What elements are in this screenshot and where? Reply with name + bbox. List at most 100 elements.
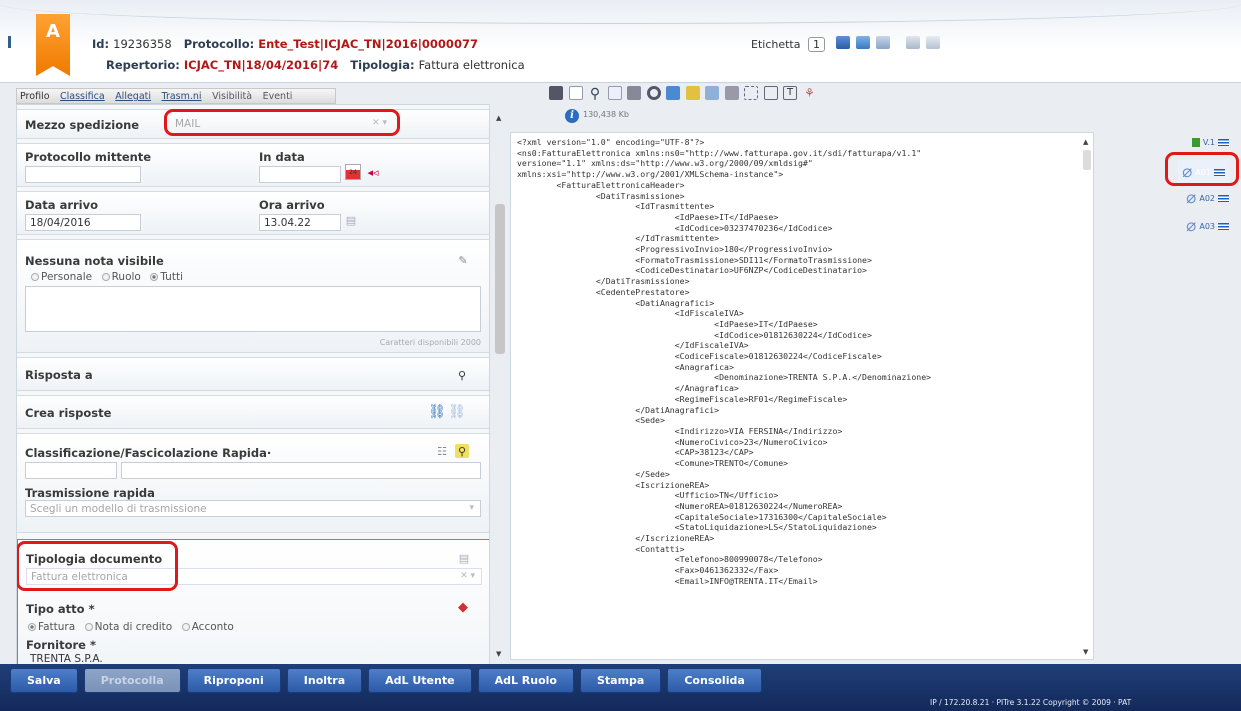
inoltra-button[interactable]: Inoltra bbox=[286, 668, 363, 693]
label-print-icon[interactable] bbox=[836, 36, 850, 49]
xml-line: </Sede> bbox=[517, 468, 670, 479]
zoom-out-icon[interactable] bbox=[607, 86, 622, 100]
fullscreen-icon[interactable] bbox=[744, 86, 758, 100]
version-v1-menu-icon[interactable] bbox=[1218, 139, 1229, 146]
protocollo-mittente-input[interactable] bbox=[25, 166, 141, 183]
note-section: Nessuna nota visibile ✎ Personale Ruolo … bbox=[17, 239, 489, 353]
xml-line: <IdPaese>IT</IdPaese> bbox=[517, 318, 818, 329]
xml-line: <IdCodice>01812630224</IdCodice> bbox=[517, 329, 872, 340]
radio-tutti[interactable] bbox=[150, 273, 159, 281]
version-a02[interactable]: ⌀ A02 bbox=[1186, 188, 1229, 208]
tab-eventi[interactable]: Eventi bbox=[260, 90, 296, 103]
protocolla-button[interactable]: Protocolla bbox=[83, 668, 181, 693]
xml-line: <DatiTrasmissione> bbox=[517, 190, 685, 201]
radio-acconto[interactable] bbox=[181, 623, 190, 631]
adl-utente-button[interactable]: AdL Utente bbox=[368, 668, 472, 693]
cosign-icon[interactable] bbox=[724, 86, 739, 100]
xml-line: </DatiAnagrafici> bbox=[517, 404, 720, 415]
barcode-icon[interactable] bbox=[906, 36, 920, 49]
trasmissione-label: Trasmissione rapida bbox=[25, 486, 155, 500]
zoom-icon[interactable]: ⚲ bbox=[588, 86, 602, 102]
versions-sidebar: V.1 ⌀ A01 ⌀ A02 ⌀ A03 bbox=[1104, 132, 1239, 660]
document-icon[interactable] bbox=[926, 36, 940, 49]
riproponi-button[interactable]: Riproponi bbox=[186, 668, 281, 693]
risposta-section: Risposta a ⚲ bbox=[17, 357, 489, 391]
radio-ruolo-label: Ruolo bbox=[111, 271, 141, 283]
tab-classifica[interactable]: Classifica bbox=[57, 90, 108, 103]
consolida-button[interactable]: Consolida bbox=[667, 668, 762, 693]
lock-icon[interactable] bbox=[685, 86, 700, 100]
xml-document-viewer[interactable]: <?xml version="1.0" encoding="UTF-8"?> <n… bbox=[510, 132, 1094, 660]
scan-icon[interactable] bbox=[876, 36, 890, 49]
radio-nota-credito[interactable] bbox=[84, 623, 93, 631]
tipologia-clear-chevron-icon[interactable]: ✕ ▾ bbox=[460, 571, 475, 581]
xml-line: <Denominazione>TRENTA S.P.A.</Denominazi… bbox=[517, 372, 932, 383]
sign-icon[interactable] bbox=[705, 86, 719, 100]
version-a02-menu-icon[interactable] bbox=[1218, 194, 1229, 202]
scanner-icon[interactable] bbox=[627, 86, 641, 100]
classificazione-desc-input[interactable] bbox=[121, 462, 481, 479]
radio-acconto-label: Acconto bbox=[191, 621, 234, 633]
radio-ruolo[interactable] bbox=[101, 273, 110, 281]
scroll-up-icon[interactable]: ▲ bbox=[496, 114, 501, 122]
xml-scroll-up-icon[interactable]: ▲ bbox=[1083, 138, 1088, 146]
stamp-icon[interactable] bbox=[549, 86, 563, 100]
document-list-icon[interactable]: ▤ bbox=[458, 550, 470, 566]
tab-visibilita[interactable]: Visibilità bbox=[209, 90, 255, 103]
profile-scrollbar-thumb[interactable] bbox=[495, 204, 505, 354]
stampa-button[interactable]: Stampa bbox=[579, 668, 662, 693]
label-print-icon-2[interactable] bbox=[856, 36, 870, 49]
link-disabled-icon[interactable]: ⛓ bbox=[448, 404, 466, 420]
xml-line: <CodiceDestinatario>UF6NZP</CodiceDestin… bbox=[517, 265, 867, 276]
rotate-icon[interactable] bbox=[646, 86, 661, 100]
xml-line: </IdFiscaleIVA> bbox=[517, 340, 749, 351]
zoom-page-icon[interactable] bbox=[568, 86, 583, 100]
tab-profilo[interactable]: Profilo bbox=[17, 90, 53, 103]
calendar-icon[interactable]: 24 bbox=[345, 164, 361, 180]
adl-ruolo-button[interactable]: AdL Ruolo bbox=[477, 668, 574, 693]
xml-scrollbar-thumb[interactable] bbox=[1083, 150, 1091, 170]
etichetta-count[interactable]: 1 bbox=[807, 37, 825, 52]
trasmissione-select[interactable]: Scegli un modello di trasmissione ▾ bbox=[25, 500, 481, 517]
salva-button[interactable]: Salva bbox=[10, 668, 78, 693]
xml-line: <NumeroREA>01812630224</NumeroREA> bbox=[517, 500, 843, 511]
version-a03[interactable]: ⌀ A03 bbox=[1186, 216, 1229, 236]
eraser-icon[interactable]: ◆ bbox=[454, 600, 472, 615]
radio-personale[interactable] bbox=[31, 273, 39, 281]
note-textarea[interactable] bbox=[25, 286, 481, 332]
xml-line: <Anagrafica> bbox=[517, 361, 734, 372]
xml-scroll-down-icon[interactable]: ▼ bbox=[1083, 648, 1088, 656]
tab-trasmissioni[interactable]: Trasm.ni bbox=[159, 90, 205, 103]
ora-arrivo-label: Ora arrivo bbox=[259, 198, 325, 212]
radio-personale-label: Personale bbox=[41, 271, 93, 283]
in-data-input[interactable] bbox=[259, 166, 341, 183]
clipboard-icon[interactable]: ▤ bbox=[345, 212, 357, 228]
version-v1-label: V.1 bbox=[1202, 138, 1215, 147]
text-icon[interactable]: T bbox=[783, 86, 797, 100]
search-icon[interactable]: ⚲ bbox=[455, 368, 469, 382]
scroll-down-icon[interactable]: ▼ bbox=[496, 650, 501, 658]
link-icon[interactable]: ⛓ bbox=[428, 404, 446, 420]
document-view-icon[interactable] bbox=[763, 86, 778, 100]
edit-note-icon[interactable]: ✎ bbox=[455, 252, 471, 268]
radio-fattura[interactable] bbox=[28, 623, 36, 631]
classificazione-code-input[interactable] bbox=[25, 462, 117, 479]
ora-arrivo-input[interactable]: 13.04.22 bbox=[259, 214, 341, 231]
xml-line: <Ufficio>TN</Ufficio> bbox=[517, 490, 779, 501]
pdf-icon[interactable]: ⚘ bbox=[803, 86, 817, 100]
version-a03-label: A03 bbox=[1199, 221, 1215, 231]
tree-icon[interactable]: ☷ bbox=[435, 444, 449, 458]
xml-line: <Comune>TRENTO</Comune> bbox=[517, 458, 789, 469]
save-icon[interactable] bbox=[666, 86, 680, 100]
version-v1[interactable]: V.1 bbox=[1191, 138, 1229, 147]
data-arrivo-input[interactable]: 18/04/2016 bbox=[25, 214, 141, 231]
speaker-icon[interactable]: ◂◃ bbox=[365, 164, 381, 180]
version-a03-menu-icon[interactable] bbox=[1218, 222, 1229, 230]
version-a02-label: A02 bbox=[1199, 193, 1215, 203]
info-icon[interactable]: i bbox=[565, 109, 579, 123]
folder-search-icon[interactable]: ⚲ bbox=[455, 444, 469, 458]
profile-scrollbar[interactable]: ▲ ▼ bbox=[495, 112, 505, 660]
file-size: 130,438 Kb bbox=[583, 110, 629, 119]
tab-allegati[interactable]: Allegati bbox=[112, 90, 154, 103]
xml-scrollbar[interactable]: ▲ ▼ bbox=[1082, 138, 1092, 656]
